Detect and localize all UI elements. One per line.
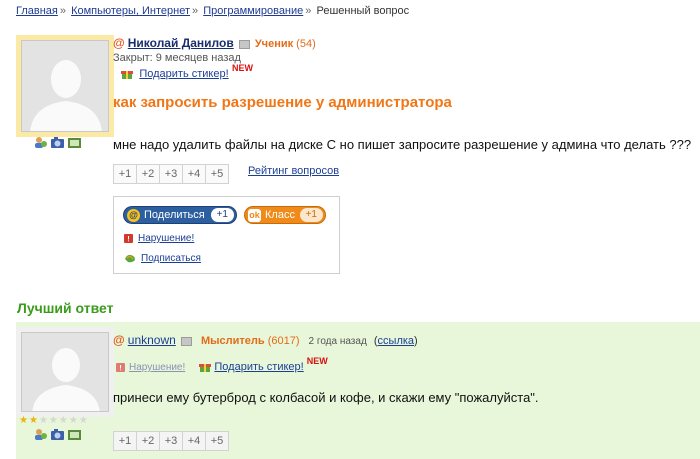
answer-text: принеси ему бутерброд с колбасой и кофе,…: [113, 390, 539, 405]
answer-violation-link[interactable]: Нарушение!: [129, 362, 185, 373]
vote-button-4[interactable]: +4: [182, 164, 206, 184]
vote-button-4[interactable]: +4: [182, 431, 206, 451]
mailbox-icon[interactable]: [180, 336, 192, 346]
answer-actions-row: Нарушение! Подарить стикер! NEW: [116, 356, 328, 373]
rating-link[interactable]: Рейтинг вопросов: [248, 165, 339, 177]
answer-votes: +1 +2 +3 +4 +5: [113, 431, 229, 451]
breadcrumb-current: Решенный вопрос: [316, 5, 410, 17]
star-icon: ★: [68, 415, 78, 426]
subscribe-link-row: Подписаться: [124, 253, 201, 264]
vote-button-3[interactable]: +3: [159, 164, 183, 184]
answer-author-icons: [33, 428, 82, 441]
question-title: как запросить разрешение у администратор…: [113, 94, 452, 111]
class-button[interactable]: ok Класс +1: [244, 206, 326, 224]
at-icon: @: [127, 208, 140, 222]
at-icon: @: [113, 333, 125, 347]
breadcrumb-home[interactable]: Главная: [16, 5, 58, 17]
subscribe-link[interactable]: Подписаться: [141, 253, 201, 264]
question-avatar-frame: [16, 35, 114, 137]
star-icon: ★: [58, 415, 68, 426]
default-avatar-icon: [22, 41, 108, 131]
user-icon[interactable]: [33, 136, 48, 149]
video-icon[interactable]: [67, 136, 82, 149]
violation-link[interactable]: Нарушение!: [138, 233, 194, 244]
closed-status: Закрыт: 9 месяцев назад: [113, 52, 241, 64]
answer-avatar-frame: [16, 327, 114, 417]
question-sticker-link[interactable]: Подарить стикер!: [139, 68, 228, 80]
camera-icon[interactable]: [50, 136, 65, 149]
question-author-name[interactable]: Николай Данилов: [128, 36, 234, 50]
star-icon: ★: [48, 415, 58, 426]
new-badge: NEW: [306, 356, 328, 366]
share-button[interactable]: @ Поделиться +1: [123, 206, 237, 224]
avatar[interactable]: [21, 332, 109, 412]
vote-button-1[interactable]: +1: [113, 164, 137, 184]
question-author-points: (54): [296, 38, 316, 50]
new-badge: NEW: [232, 63, 254, 73]
question-author-line: @ Николай Данилов Ученик (54): [113, 36, 316, 50]
best-answer-heading: Лучший ответ: [17, 300, 114, 316]
answer-author-points: (6017): [267, 335, 300, 347]
breadcrumb-programming[interactable]: Программирование: [203, 5, 303, 17]
gift-icon: [199, 364, 212, 373]
vote-button-1[interactable]: +1: [113, 431, 137, 451]
question-text: мне надо удалить файлы на диске С но пиш…: [113, 137, 692, 152]
answer-author-stars: ★ ★ ★ ★ ★ ★ ★: [19, 416, 88, 426]
share-box: @ Поделиться +1 ok Класс +1 Нарушение! П…: [113, 196, 340, 274]
user-icon[interactable]: [33, 428, 48, 441]
class-count: +1: [299, 208, 323, 222]
question-votes: +1 +2 +3 +4 +5: [113, 164, 229, 184]
share-count: +1: [210, 208, 234, 222]
class-label: Класс: [265, 209, 295, 221]
star-icon: ★: [38, 415, 48, 426]
video-icon[interactable]: [67, 428, 82, 441]
question-author-rank: Ученик: [254, 38, 294, 50]
gift-icon: [121, 70, 133, 79]
violation-link-row: Нарушение!: [124, 233, 194, 244]
vote-button-5[interactable]: +5: [205, 164, 229, 184]
vote-button-5[interactable]: +5: [205, 431, 229, 451]
vote-button-3[interactable]: +3: [159, 431, 183, 451]
answer-author-name[interactable]: unknown: [128, 333, 176, 347]
breadcrumb: Главная» Компьютеры, Интернет» Программи…: [16, 5, 410, 17]
question-author-icons: [33, 136, 82, 149]
avatar[interactable]: [21, 40, 109, 132]
answer-author-rank: Мыслитель: [200, 335, 265, 347]
star-icon: ★: [19, 415, 28, 426]
mailbox-icon[interactable]: [238, 39, 250, 49]
question-sticker-row: Подарить стикер! NEW: [121, 63, 254, 80]
star-icon: ★: [28, 415, 38, 426]
vote-button-2[interactable]: +2: [136, 431, 160, 451]
at-icon: @: [113, 36, 125, 50]
star-icon: ★: [78, 415, 88, 426]
default-avatar-icon: [22, 333, 108, 411]
ok-icon: ok: [248, 208, 261, 222]
share-label: Поделиться: [144, 209, 205, 221]
alert-icon: [116, 362, 125, 372]
answer-sticker-link[interactable]: Подарить стикер!: [214, 361, 303, 373]
alert-icon: [124, 233, 133, 243]
answer-author-line: @ unknown Мыслитель (6017) 2 года назад …: [113, 333, 418, 347]
vote-button-2[interactable]: +2: [136, 164, 160, 184]
answer-time: 2 года назад: [308, 336, 367, 347]
camera-icon[interactable]: [50, 428, 65, 441]
subscribe-icon: [125, 254, 135, 263]
answer-permalink[interactable]: ссылка: [378, 335, 415, 347]
breadcrumb-computers[interactable]: Компьютеры, Интернет: [71, 5, 190, 17]
